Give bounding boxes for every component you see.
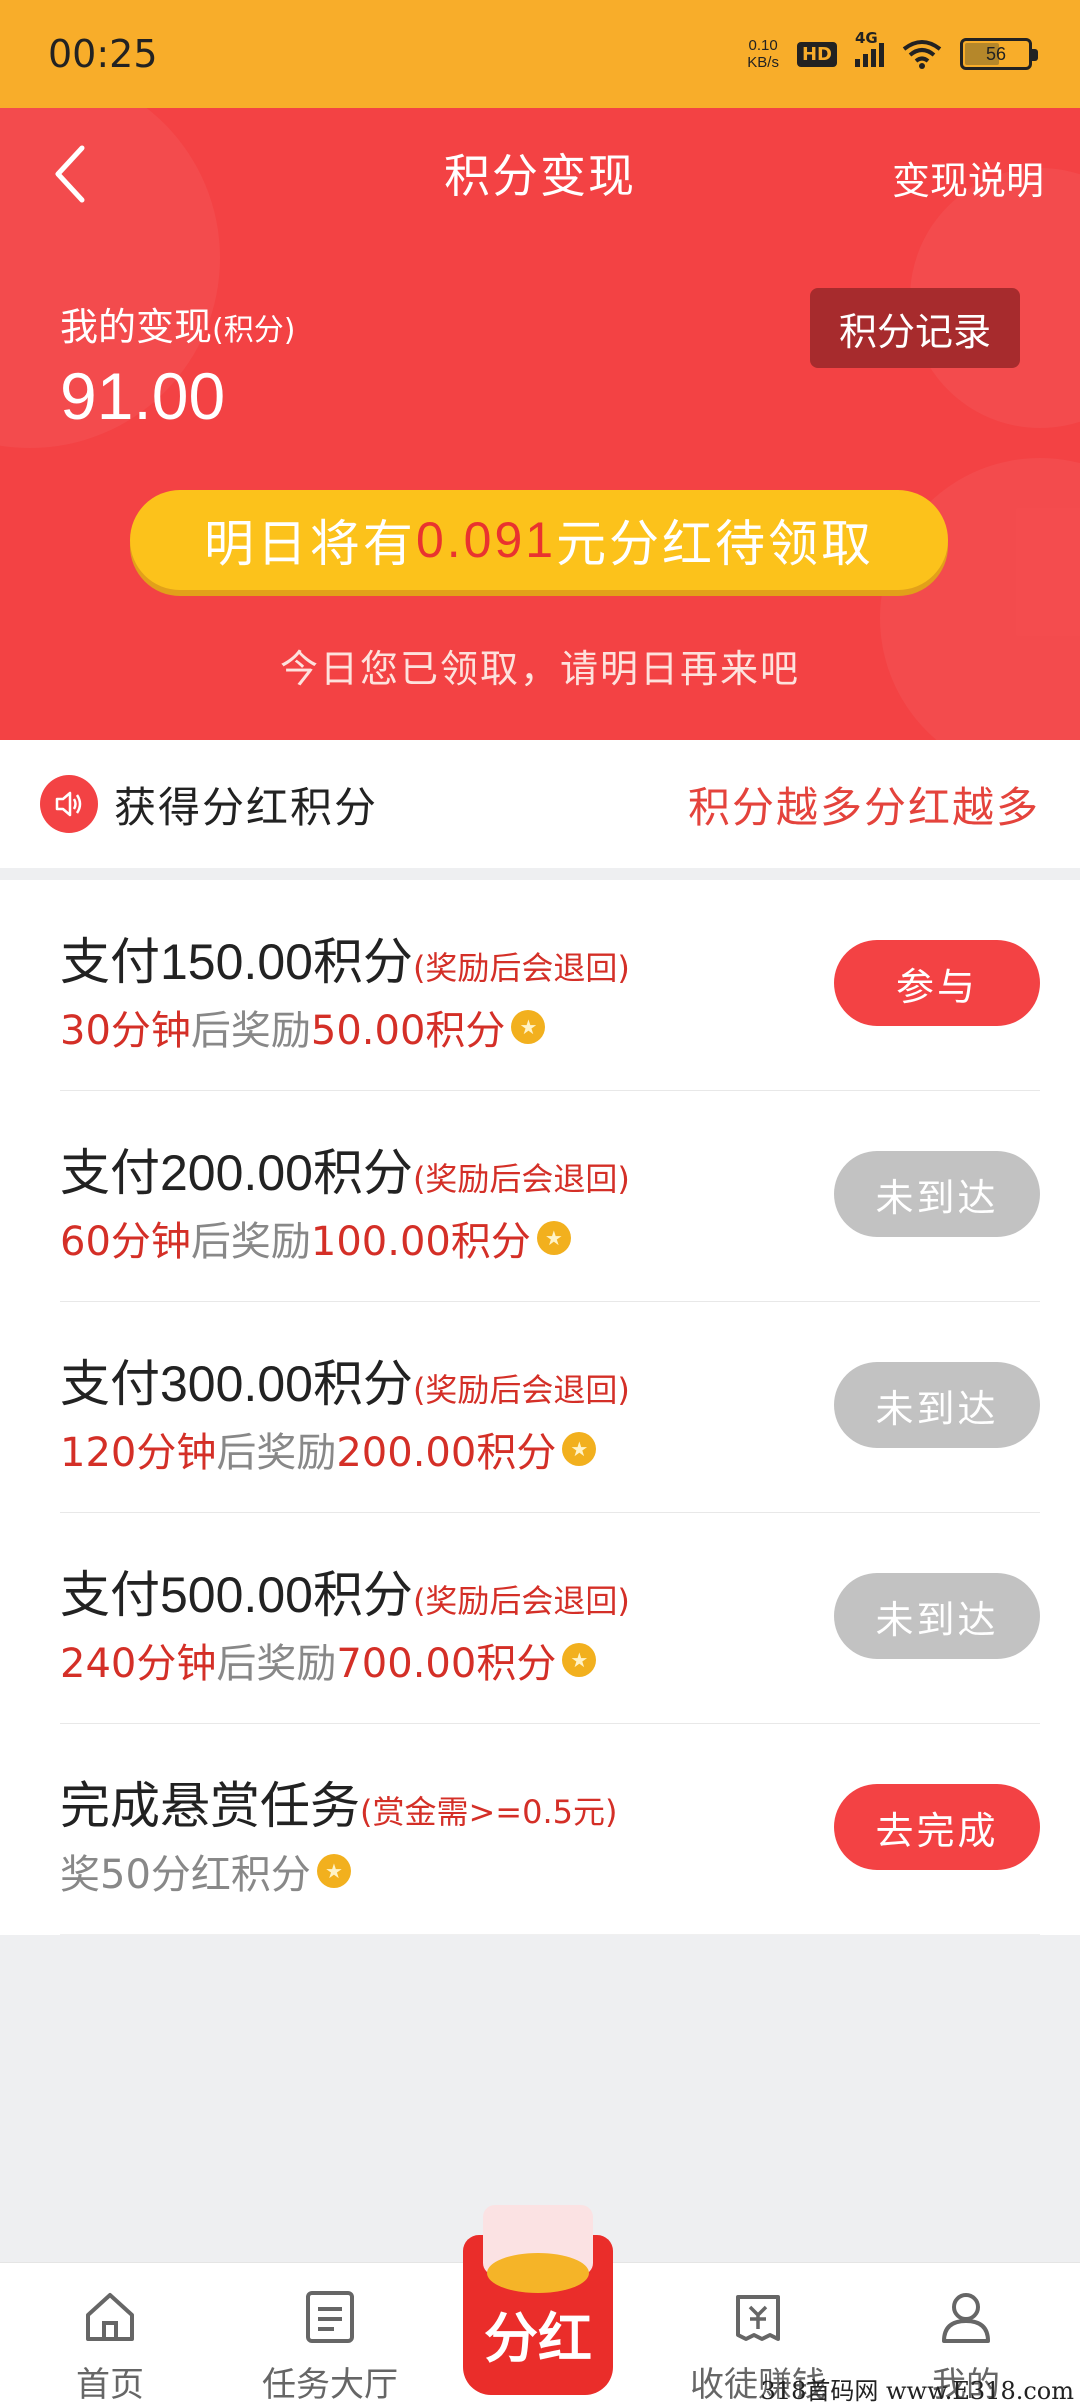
status-time: 00:25 [48,32,158,76]
task-note: (奖励后会退回) [412,1582,630,1620]
bonus-amount: 0.091 [415,512,557,568]
task-reward: 60分钟 后奖励 100.00积分 [60,1209,571,1267]
watermark: 318首码网 www.E318.com [760,2377,1074,2405]
wallet-icon [736,2295,780,2341]
today-claimed-note: 今日您已领取，请明日再来吧 [279,647,800,691]
status-bar: 00:25 0.10 KB/s HD 4G 56 [0,0,1080,108]
task-reward: 奖50分红积分 [60,1842,351,1900]
go-complete-button[interactable]: 去完成 [834,1784,1040,1870]
tab-dividend[interactable]: 分红 [463,2205,613,2395]
my-points-label: 我的变现(积分) [60,296,295,351]
task-note: (奖励后会退回) [412,1371,630,1409]
points-header: 积分变现 变现说明 我的变现(积分) 91.00 积分记录 明日将有 0.091 元… [0,108,1080,740]
task-title: 支付150.00积分(奖励后会退回) [60,933,630,991]
nav-bar: 积分变现 变现说明 [0,108,1080,238]
task-item: 支付300.00积分(奖励后会退回) 120分钟后奖励200.00积分 未到达 [60,1302,1040,1513]
bonus-claim-pill[interactable]: 明日将有 0.091 元分红待领取 [130,490,948,590]
task-reward: 120分钟 后奖励 200.00积分 [60,1420,597,1478]
join-button[interactable]: 参与 [834,940,1040,1026]
help-link[interactable]: 变现说明 [892,150,1044,205]
task-item: 支付500.00积分(奖励后会退回) 240分钟后奖励700.00积分 未到达 [60,1513,1040,1724]
home-icon [86,2293,134,2341]
network-speed: 0.10 KB/s [747,37,779,71]
speaker-icon [40,775,98,833]
red-envelope-icon: 分红 [484,2307,592,2370]
tab-task-hall[interactable]: 任务大厅 [230,2285,430,2406]
task-reward: 240分钟 后奖励 700.00积分 [60,1631,597,1689]
network-speed-unit: KB/s [747,54,779,71]
task-title: 支付200.00积分(奖励后会退回) [60,1144,630,1202]
not-reached-button[interactable]: 未到达 [834,1362,1040,1448]
back-button[interactable] [40,144,100,204]
signal-icon: 4G [855,29,884,67]
not-reached-button[interactable]: 未到达 [834,1573,1040,1659]
task-note: (奖励后会退回) [412,949,630,987]
task-item: 支付200.00积分(奖励后会退回) 60分钟后奖励100.00积分 未到达 [60,1091,1040,1302]
bonus-prefix: 明日将有 [203,515,416,573]
my-points-unit: (积分) [212,313,296,348]
my-points-label-text: 我的变现 [60,305,213,349]
not-reached-button[interactable]: 未到达 [834,1151,1040,1237]
coin-star-icon [536,1221,571,1255]
coin-star-icon [511,1010,546,1044]
back-arrow-icon [55,145,85,203]
coin-star-icon [316,1854,351,1888]
status-icons: 0.10 KB/s HD 4G 56 [747,29,1038,71]
task-item: 支付150.00积分(奖励后会退回) 30分钟后奖励50.00积分 参与 [60,880,1040,1091]
task-title: 支付500.00积分(奖励后会退回) [60,1566,630,1624]
task-item: 完成悬赏任务(赏金需>=0.5元) 奖50分红积分 去完成 [60,1724,1040,1935]
list-icon [306,2291,354,2343]
coin-star-icon [562,1432,597,1466]
section-title: 获得分红积分 [114,782,379,832]
section-slogan: 积分越多分红越多 [687,782,1040,832]
task-list: 支付150.00积分(奖励后会退回) 30分钟后奖励50.00积分 参与 支付2… [0,880,1080,1935]
points-record-button[interactable]: 积分记录 [810,288,1020,368]
task-note: (赏金需>=0.5元) [360,1793,618,1831]
task-reward: 30分钟 后奖励 50.00积分 [60,998,546,1056]
my-points-value: 91.00 [60,359,226,433]
task-title: 支付300.00积分(奖励后会退回) [60,1355,630,1413]
tab-home[interactable]: 首页 [10,2285,210,2406]
page-title: 积分变现 [444,149,636,203]
wifi-icon [902,40,942,69]
network-speed-value: 0.10 [748,37,778,54]
battery-icon: 56 [960,38,1038,70]
coin-star-icon [562,1643,597,1677]
tab-task-hall-label: 任务大厅 [262,2365,398,2405]
bonus-suffix: 元分红待领取 [556,515,875,573]
section-header: 获得分红积分 积分越多分红越多 [0,740,1080,868]
task-note: (奖励后会退回) [412,1160,630,1198]
person-icon [942,2293,990,2343]
hd-icon: HD [796,41,837,67]
tab-home-label: 首页 [76,2365,144,2405]
battery-level: 56 [985,43,1007,64]
network-type: 4G [855,29,878,47]
task-title: 完成悬赏任务(赏金需>=0.5元) [60,1777,618,1835]
